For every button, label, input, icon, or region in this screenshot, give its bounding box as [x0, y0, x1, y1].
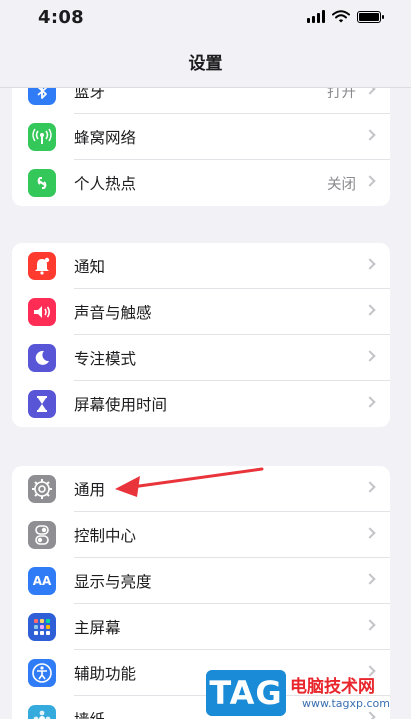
status-bar: 4:08	[0, 0, 411, 40]
connectivity-group: 蓝牙 打开 蜂窝网络 个人热点 关闭	[12, 68, 390, 206]
watermark-url: www.tagxp.com	[302, 697, 390, 710]
watermark: TAG 电脑技术网 www.tagxp.com	[206, 670, 411, 719]
home-grid-icon	[28, 613, 56, 641]
gear-icon	[28, 475, 56, 503]
notifications-group: 通知 声音与触感 专注模式 屏幕使用时间	[12, 243, 390, 427]
aa-icon-text: AA	[32, 574, 52, 588]
aa-icon: AA	[28, 567, 56, 595]
settings-row-cellular[interactable]: 蜂窝网络	[12, 114, 390, 160]
settings-row-notifications[interactable]: 通知	[12, 243, 390, 289]
toggles-icon	[28, 521, 56, 549]
settings-row-general[interactable]: 通用	[12, 466, 390, 512]
row-label: 主屏幕	[74, 619, 121, 637]
status-icons	[307, 10, 384, 23]
chevron-right-icon	[364, 396, 376, 408]
chevron-right-icon	[364, 350, 376, 362]
chevron-right-icon	[364, 527, 376, 539]
row-label: 通用	[74, 481, 106, 499]
settings-row-screen-time[interactable]: 屏幕使用时间	[12, 381, 390, 427]
hotspot-icon	[28, 169, 56, 197]
row-label: 蜂窝网络	[74, 129, 137, 147]
settings-row-display[interactable]: AA 显示与亮度	[12, 558, 390, 604]
chevron-right-icon	[364, 304, 376, 316]
cellular-icon	[28, 123, 56, 151]
accessibility-icon	[28, 659, 56, 687]
chevron-right-icon	[364, 129, 376, 141]
wallpaper-icon	[28, 705, 56, 719]
row-label: 声音与触感	[74, 304, 152, 322]
settings-row-focus[interactable]: 专注模式	[12, 335, 390, 381]
row-label: 控制中心	[74, 527, 137, 545]
row-value: 关闭	[327, 176, 356, 193]
chevron-right-icon	[364, 258, 376, 270]
row-label: 辅助功能	[74, 665, 137, 683]
settings-row-hotspot[interactable]: 个人热点 关闭	[12, 160, 390, 206]
hourglass-icon	[28, 390, 56, 418]
row-label: 屏幕使用时间	[74, 396, 168, 414]
page-title: 设置	[0, 40, 411, 88]
row-label: 个人热点	[74, 175, 137, 193]
settings-row-home-screen[interactable]: 主屏幕	[12, 604, 390, 650]
status-time: 4:08	[38, 7, 84, 28]
settings-list: 蓝牙 打开 蜂窝网络 个人热点 关闭 通知 声音与触感 专注模式 屏幕使用时间 …	[0, 0, 411, 719]
settings-row-sounds[interactable]: 声音与触感	[12, 289, 390, 335]
row-label: 专注模式	[74, 350, 137, 368]
watermark-badge: TAG	[206, 670, 286, 716]
moon-icon	[28, 344, 56, 372]
watermark-site-name: 电脑技术网	[290, 677, 375, 697]
battery-icon	[357, 10, 384, 23]
row-label: 墙纸	[74, 708, 105, 719]
chevron-right-icon	[364, 619, 376, 631]
chevron-right-icon	[364, 573, 376, 585]
bell-icon	[28, 252, 56, 280]
chevron-right-icon	[364, 175, 376, 187]
signal-icon	[307, 10, 325, 23]
row-label: 通知	[74, 258, 106, 276]
settings-row-control-center[interactable]: 控制中心	[12, 512, 390, 558]
speaker-icon	[28, 298, 56, 326]
wifi-icon	[332, 10, 350, 23]
chevron-right-icon	[364, 481, 376, 493]
row-label: 显示与亮度	[74, 573, 152, 591]
